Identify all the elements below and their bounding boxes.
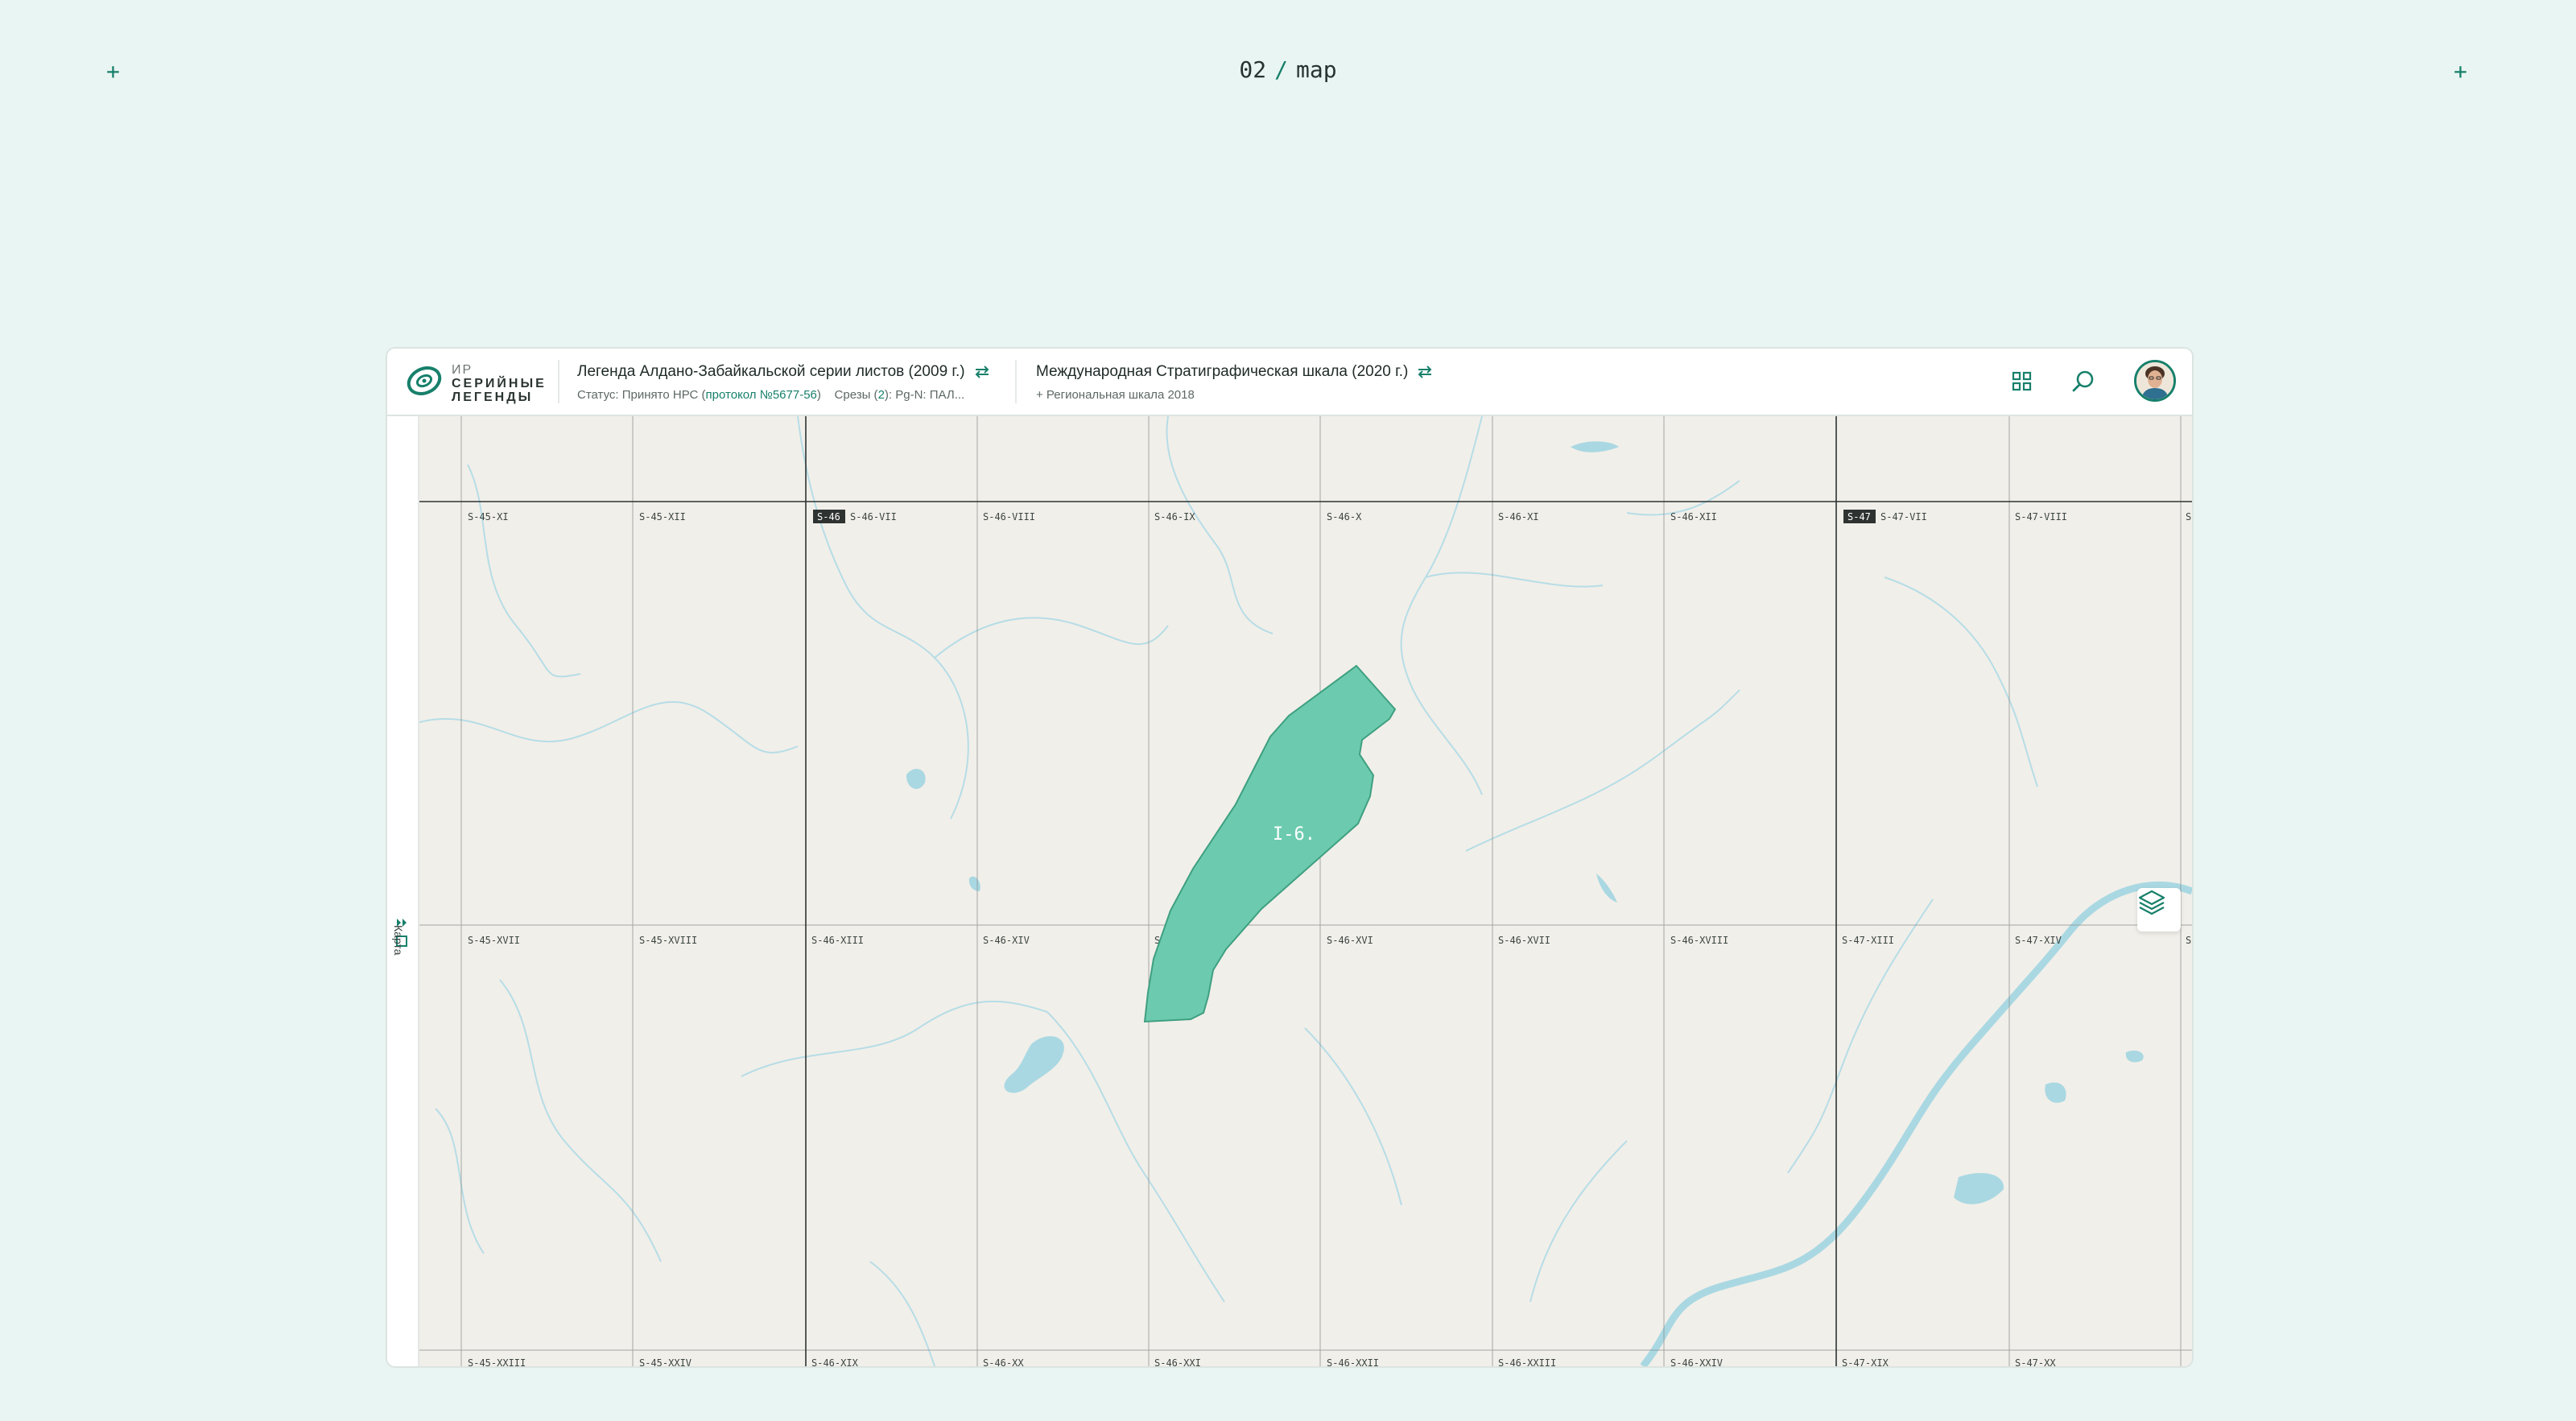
sheet-label: S-47-XX	[2015, 1357, 2056, 1366]
geo-zone-polygon[interactable]	[1143, 664, 1397, 1023]
page-title-slash: /	[1274, 56, 1288, 83]
swap-icon[interactable]	[973, 365, 991, 379]
cuts-count[interactable]: 2	[878, 388, 885, 402]
map-canvas[interactable]: S-46 S-47 S-45-XI S-45-XII S-46-VII S-46…	[419, 416, 2192, 1366]
sheet-label: S-45-XXIV	[639, 1357, 691, 1366]
sheet-label: S-46-XXI	[1154, 1357, 1201, 1366]
sheet-label: S-46-XVI	[1327, 935, 1373, 946]
sheet-label: S-46-XIV	[983, 935, 1030, 946]
sheet-label: S-46-XXIV	[1670, 1357, 1723, 1366]
page-name: map	[1296, 56, 1337, 83]
scale-title-row: Международная Стратиграфическая шкала (2…	[1036, 363, 1434, 381]
sheet-label: S-45-XXIII	[468, 1357, 526, 1366]
protocol-link[interactable]: протокол №5677-56	[706, 388, 817, 402]
divider	[558, 360, 559, 403]
sheet-label: S-45-XII	[639, 511, 686, 523]
sheet-label: S-46-XII	[1670, 511, 1717, 523]
logo-text: ИР СЕРИЙНЫЕ ЛЕГЕНДЫ	[452, 363, 547, 404]
sheet-label: S-46-IX	[1154, 511, 1195, 523]
grid-icon	[2012, 371, 2032, 391]
sheet-labels-row-3: S-45-XXIII S-45-XXIV S-46-XIX S-46-XX S-…	[468, 1357, 2056, 1366]
legend-status: Статус: Принято НРС (протокол №5677-56) …	[577, 388, 991, 402]
sheet-label: S-45-XVII	[468, 935, 520, 946]
page-title: 02 / map	[0, 56, 2576, 83]
app-window: ИР СЕРИЙНЫЕ ЛЕГЕНДЫ Легенда Алдано-Забай…	[386, 347, 2194, 1368]
layers-button[interactable]	[2137, 888, 2181, 931]
sheet-label: S-46-XXIII	[1498, 1357, 1556, 1366]
logo-line-3: ЛЕГЕНДЫ	[452, 390, 534, 404]
sheet-label: S-46-XVII	[1498, 935, 1550, 946]
sheet-badge-s46: S-46	[817, 511, 840, 523]
sheet-label: S-46-XXII	[1327, 1357, 1379, 1366]
legend-selector[interactable]: Легенда Алдано-Забайкальской серии листо…	[577, 363, 991, 402]
scale-selector[interactable]: Международная Стратиграфическая шкала (2…	[1036, 363, 1434, 402]
avatar[interactable]	[2134, 360, 2176, 402]
map-grid	[419, 416, 2192, 1366]
legend-title: Легенда Алдано-Забайкальской серии листо…	[577, 363, 965, 380]
layers-icon	[2138, 890, 2165, 915]
sheet-label: S-47-XIX	[1842, 1357, 1889, 1366]
sheet-label: S-46-VIII	[983, 511, 1035, 523]
main-river	[1640, 881, 2192, 1366]
sheet-label: S-46-XI	[1498, 511, 1539, 523]
top-bar: ИР СЕРИЙНЫЕ ЛЕГЕНДЫ Легенда Алдано-Забай…	[387, 349, 2192, 416]
scale-title: Международная Стратиграфическая шкала (2…	[1036, 363, 1409, 380]
avatar-image	[2136, 362, 2174, 399]
sheet-label: S-46-X	[1327, 511, 1362, 523]
sheet-label: S-46-XX	[983, 1357, 1024, 1366]
logo-icon	[407, 366, 442, 396]
grid-button[interactable]	[2005, 365, 2039, 399]
sheet-label: S-45-XVIII	[639, 935, 697, 946]
sheet-label: S	[2186, 935, 2191, 946]
sheet-label: S-47-VIII	[2015, 511, 2067, 523]
search-icon	[2072, 370, 2094, 392]
status-prefix: Статус: Принято НРС (	[577, 388, 706, 402]
logo-line-2: СЕРИЙНЫЕ	[452, 377, 547, 390]
map-grid-major	[419, 416, 2192, 1366]
divider	[1015, 360, 1017, 403]
sheet-label: S-46-VII	[850, 511, 897, 523]
sheet-label: S-46-XIII	[811, 935, 864, 946]
logo-line-1: ИР	[452, 363, 473, 377]
sheet-label: S-46-XIX	[811, 1357, 859, 1366]
zone-label: I-6.	[1273, 824, 1315, 845]
logo[interactable]: ИР СЕРИЙНЫЕ ЛЕГЕНДЫ	[407, 361, 544, 404]
sheet-labels-row-1: S-45-XI S-45-XII S-46-VII S-46-VIII S-46…	[468, 511, 2191, 523]
scale-subtitle: + Региональная шкала 2018	[1036, 388, 1195, 402]
sheet-labels-row-2: S-45-XVII S-45-XVIII S-46-XIII S-46-XIV …	[468, 935, 2191, 946]
sheet-label: S	[2186, 511, 2191, 523]
sheet-label: S-47-VII	[1880, 511, 1927, 523]
sheet-label: S-46-XVIII	[1670, 935, 1728, 946]
lakes	[906, 441, 2144, 1204]
sidebar: Карта	[387, 416, 419, 1366]
sheet-badge-s47: S-47	[1847, 511, 1871, 523]
swap-icon[interactable]	[1416, 365, 1434, 379]
page-number: 02	[1239, 56, 1267, 83]
legend-title-row: Легенда Алдано-Забайкальской серии листо…	[577, 363, 991, 381]
sheet-label: S-47-XIV	[2015, 935, 2062, 946]
sidebar-label-map[interactable]: Карта	[392, 925, 405, 955]
search-button[interactable]	[2066, 365, 2100, 399]
sheet-label: S-47-XIII	[1842, 935, 1894, 946]
cuts-suffix: ): Pg-N: ПАЛ...	[884, 388, 965, 402]
sheet-label: S-45-XI	[468, 511, 509, 523]
map-svg[interactable]: S-46 S-47 S-45-XI S-45-XII S-46-VII S-46…	[419, 416, 2192, 1366]
cuts-prefix: Срезы (	[834, 388, 878, 402]
status-suffix: )	[816, 388, 821, 402]
